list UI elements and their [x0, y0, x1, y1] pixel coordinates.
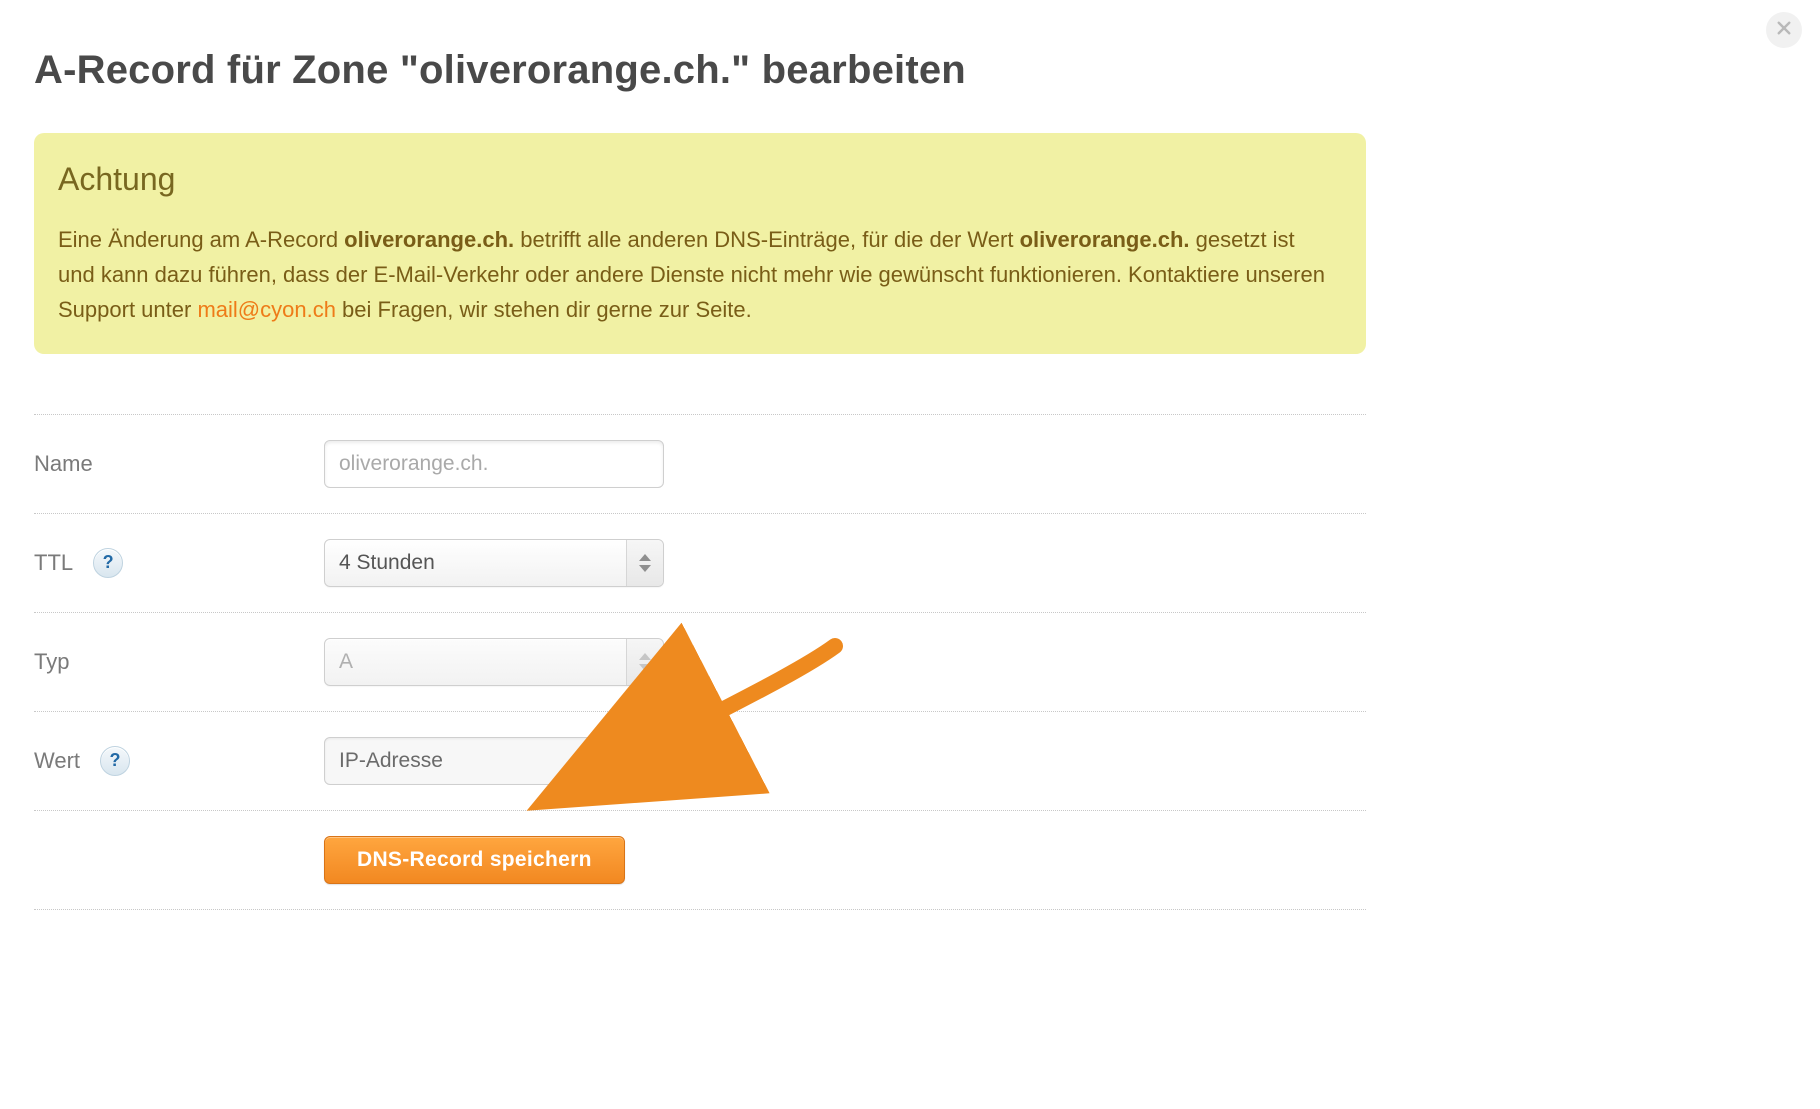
alert-text: betrifft alle anderen DNS-Einträge, für …: [514, 227, 1019, 252]
chevron-down-icon: [639, 664, 651, 671]
close-icon: [1775, 19, 1793, 42]
alert-domain-bold: oliverorange.ch.: [1020, 227, 1190, 252]
alert-body: Eine Änderung am A-Record oliverorange.c…: [58, 222, 1336, 328]
modal-title: A-Record für Zone "oliverorange.ch." bea…: [34, 48, 1366, 93]
warning-alert: Achtung Eine Änderung am A-Record oliver…: [34, 133, 1366, 354]
typ-selected-value: A: [339, 650, 353, 674]
wert-label: Wert: [34, 748, 80, 774]
form-row-actions: DNS-Record speichern: [34, 810, 1366, 910]
edit-dns-record-modal: A-Record für Zone "oliverorange.ch." bea…: [0, 10, 1400, 940]
ttl-label: TTL: [34, 550, 73, 576]
stepper-icon: [626, 639, 663, 685]
alert-text: Eine Änderung am A-Record: [58, 227, 344, 252]
chevron-up-icon: [639, 554, 651, 561]
name-input[interactable]: [324, 440, 664, 488]
chevron-down-icon: [639, 565, 651, 572]
form-row-ttl: TTL ? 4 Stunden: [34, 513, 1366, 612]
alert-heading: Achtung: [58, 161, 1336, 198]
form-row-name: Name: [34, 414, 1366, 513]
name-label: Name: [34, 451, 93, 477]
alert-text: bei Fragen, wir stehen dir gerne zur Sei…: [336, 297, 752, 322]
form-row-typ: Typ A: [34, 612, 1366, 711]
typ-select: A: [324, 638, 664, 686]
chevron-up-icon: [639, 653, 651, 660]
help-icon[interactable]: ?: [100, 746, 130, 776]
help-icon[interactable]: ?: [93, 548, 123, 578]
close-button[interactable]: [1766, 12, 1802, 48]
ttl-select[interactable]: 4 Stunden: [324, 539, 664, 587]
form-row-wert: Wert ?: [34, 711, 1366, 810]
wert-input[interactable]: [324, 737, 664, 785]
alert-domain-bold: oliverorange.ch.: [344, 227, 514, 252]
ttl-selected-value: 4 Stunden: [339, 551, 435, 575]
typ-label: Typ: [34, 649, 69, 675]
support-email-link[interactable]: mail@cyon.ch: [197, 297, 336, 322]
save-button[interactable]: DNS-Record speichern: [324, 836, 625, 884]
stepper-icon: [626, 540, 663, 586]
